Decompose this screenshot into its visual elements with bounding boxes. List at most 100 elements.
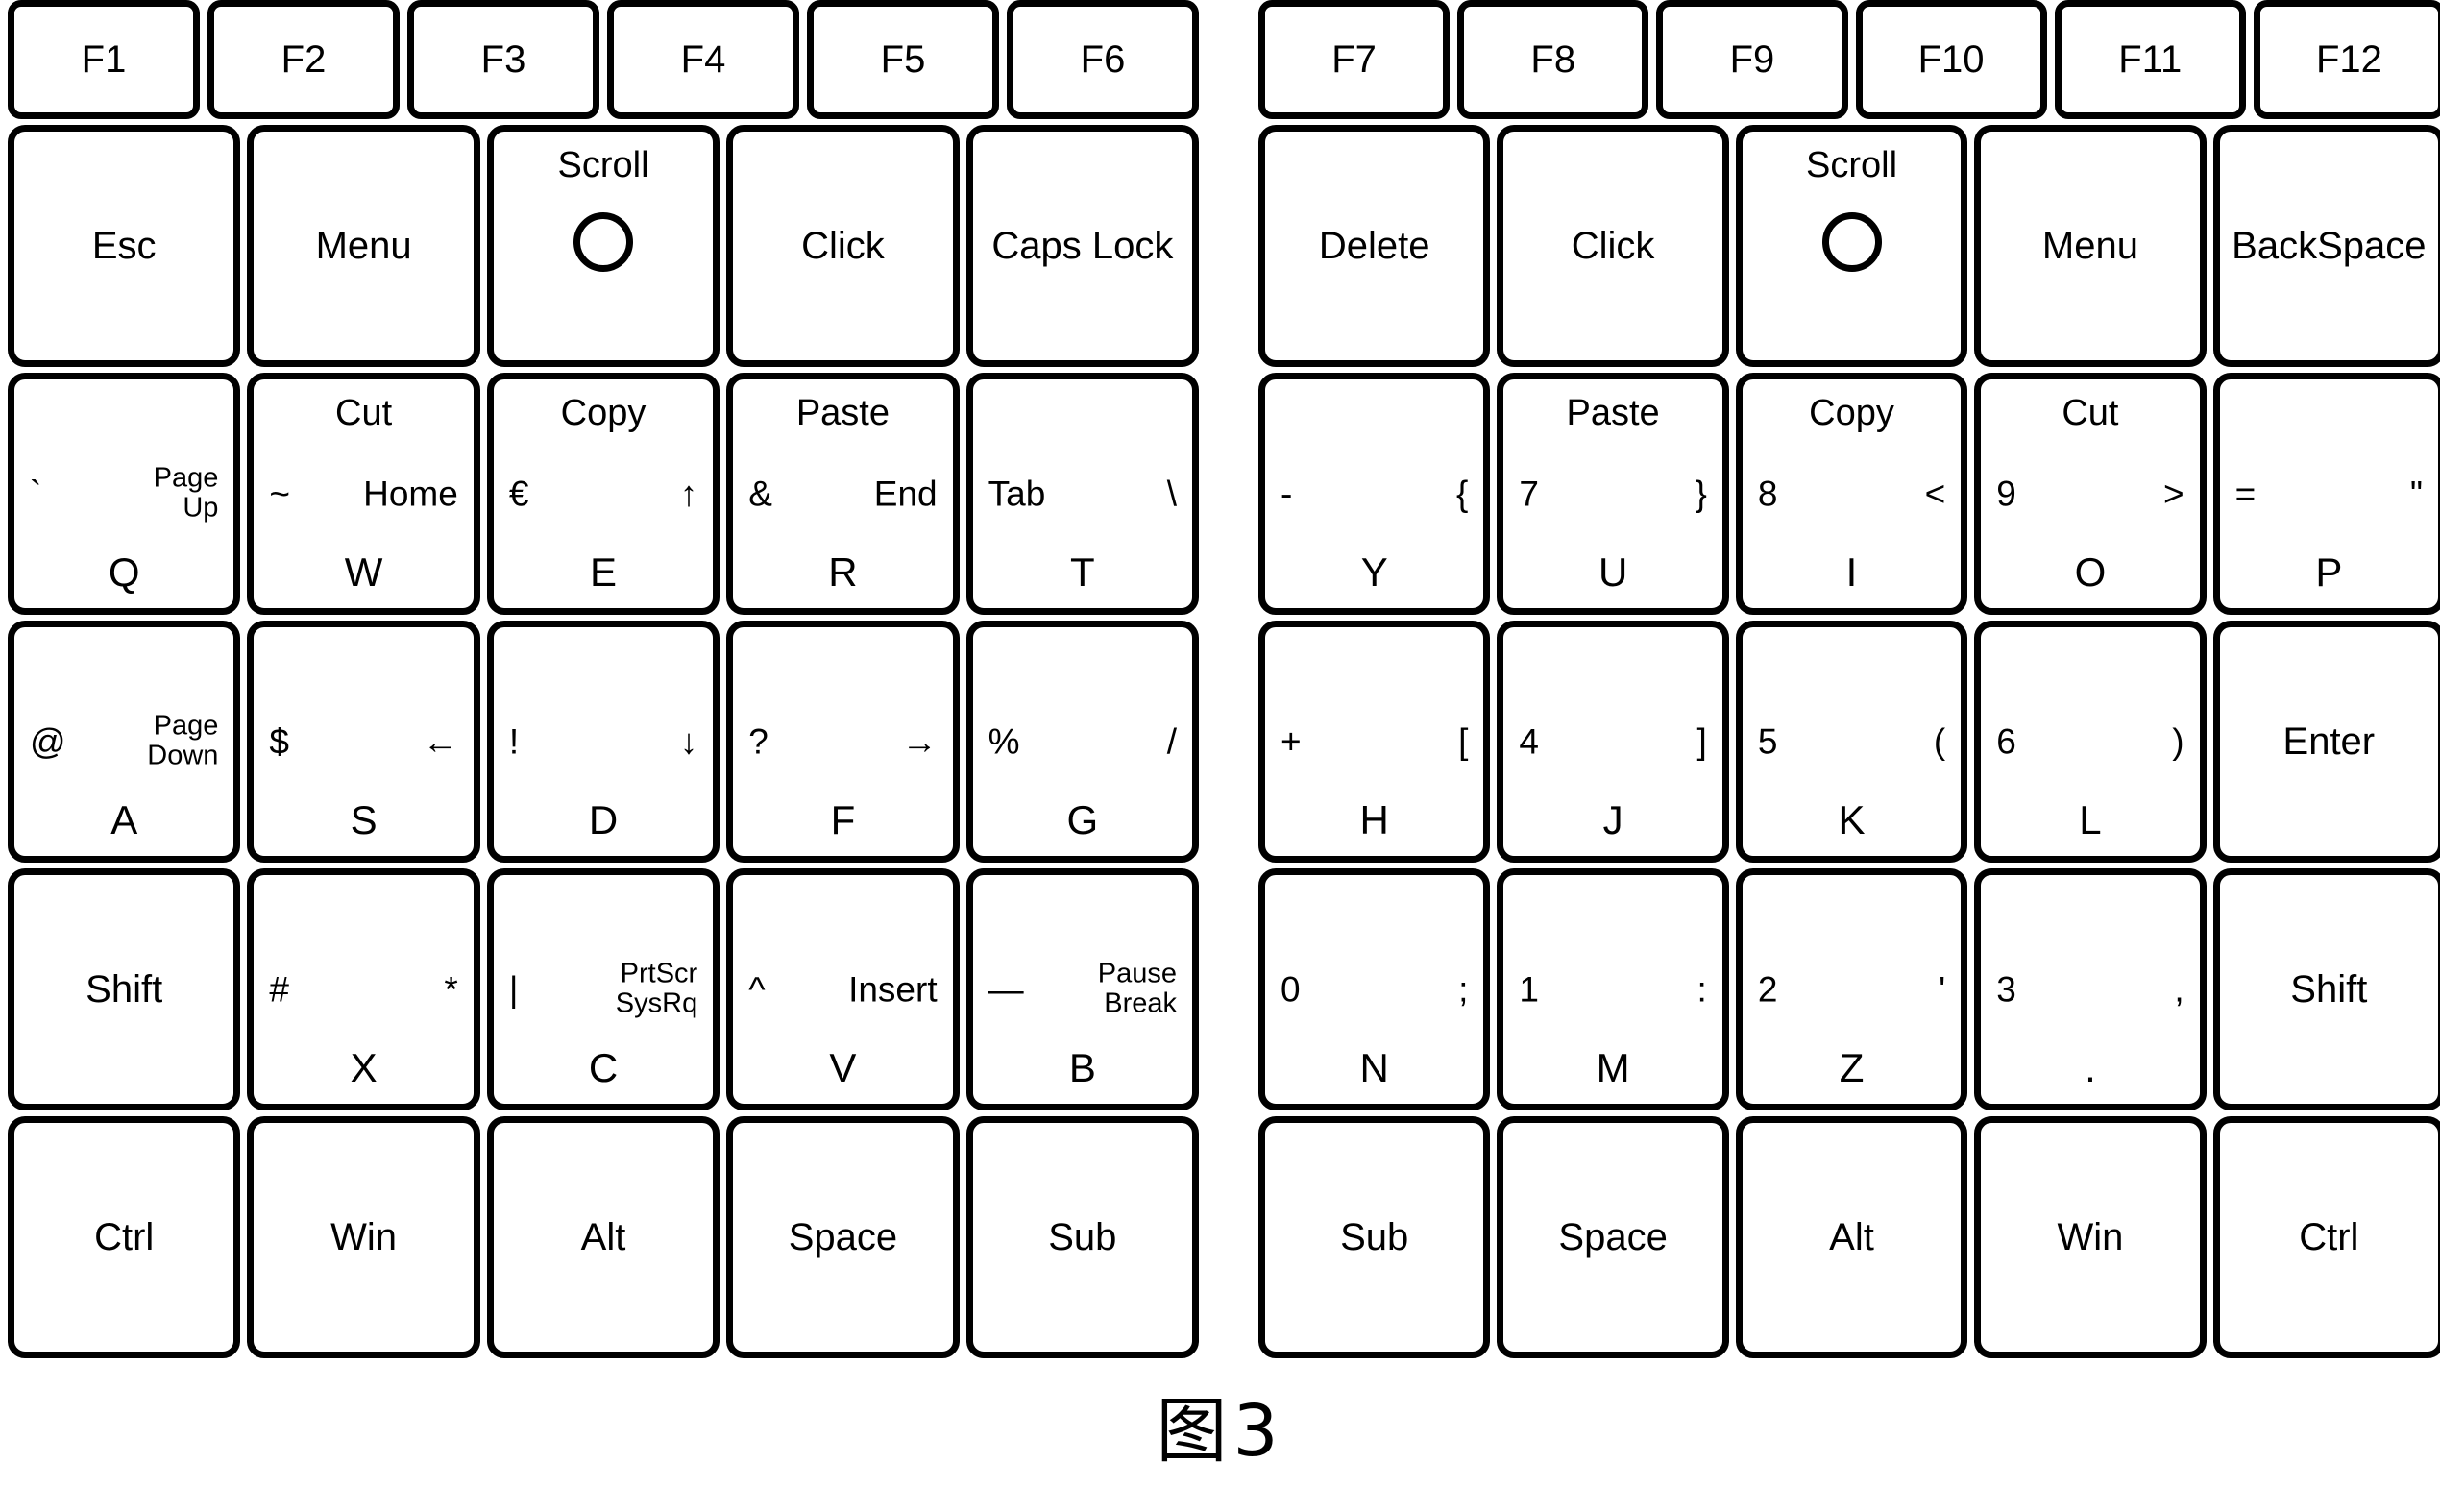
key-label-bottom: N <box>1359 1045 1389 1090</box>
key-o[interactable]: Cut 9 > O <box>1974 373 2207 615</box>
key-sub[interactable]: Sub <box>1258 1116 1491 1358</box>
key-esc[interactable]: Esc <box>8 125 241 367</box>
key-f12[interactable]: F12 <box>2253 0 2440 119</box>
key-label-bottom: F <box>830 797 856 842</box>
key-label-bottom: V <box>829 1045 857 1090</box>
circle-icon[interactable] <box>1821 212 1882 272</box>
key-win[interactable]: Win <box>247 1116 480 1358</box>
key-f9[interactable]: F9 <box>1656 0 1848 119</box>
key-label-left: € <box>508 474 529 514</box>
key-label-left: 6 <box>1996 721 2016 762</box>
key-delete[interactable]: Delete <box>1258 125 1491 367</box>
key-rows-left: Esc Menu Scroll Click Caps Lock ` Page Up Q Cut ~… <box>8 125 1200 1358</box>
key-backspace[interactable]: BackSpace <box>2212 125 2440 367</box>
key-alt[interactable]: Alt <box>486 1116 720 1358</box>
circle-icon[interactable] <box>573 212 634 272</box>
key-a[interactable]: @ Page Down A <box>8 621 241 863</box>
key-label-center: F8 <box>1530 38 1576 81</box>
key-label-top: Cut <box>2062 393 2119 433</box>
key-label-right: ' <box>1939 969 1946 1010</box>
key-f3[interactable]: F3 <box>407 0 599 119</box>
key-label-right: End <box>873 474 938 514</box>
key-menu[interactable]: Menu <box>1974 125 2207 367</box>
key-h[interactable]: + [H <box>1258 621 1491 863</box>
key-scroll[interactable]: Scroll <box>1735 125 1968 367</box>
key-label-right: Pause Break <box>1097 958 1178 1019</box>
key-scroll[interactable]: Scroll <box>486 125 720 367</box>
key-label-right: ] <box>1696 721 1707 762</box>
key-label-right: Insert <box>848 969 938 1010</box>
key-x[interactable]: # * X <box>247 868 480 1110</box>
key-k[interactable]: 5 (K <box>1735 621 1968 863</box>
key-b[interactable]: — Pause Break B <box>965 868 1200 1110</box>
key-z[interactable]: 2 ' Z <box>1735 868 1968 1110</box>
key-label-center: Esc <box>91 225 157 267</box>
row-modifier: Delete Click Scroll Menu BackSpace <box>1258 125 2440 367</box>
key-c[interactable]: | PrtScr SysRq C <box>486 868 720 1110</box>
key-f5[interactable]: F5 <box>807 0 999 119</box>
key-f6[interactable]: F6 <box>1007 0 1199 119</box>
keyboard-right-half: F7 F8 F9 F10 F11 F12 Delete Click Scroll Menu Bac… <box>1258 0 2440 1364</box>
key-q[interactable]: ` Page Up Q <box>8 373 241 615</box>
key-space[interactable]: Space <box>1497 1116 1729 1358</box>
key-v[interactable]: ^ Insert V <box>726 868 960 1110</box>
key-label-bottom: T <box>1070 549 1095 595</box>
key-[interactable]: 3,. <box>1974 868 2207 1110</box>
key-d[interactable]: ! ↓ D <box>486 621 720 863</box>
key-space[interactable]: Space <box>726 1116 960 1358</box>
key-label-right: ↓ <box>679 721 698 762</box>
key-label-right: } <box>1695 474 1707 514</box>
key-w[interactable]: Cut ~ Home W <box>247 373 480 615</box>
key-win[interactable]: Win <box>1974 1116 2207 1358</box>
key-label-left: 2 <box>1757 969 1778 1010</box>
key-f2[interactable]: F2 <box>207 0 400 119</box>
key-f[interactable]: ? → F <box>726 621 960 863</box>
key-y[interactable]: - {Y <box>1258 373 1491 615</box>
key-ctrl[interactable]: Ctrl <box>8 1116 241 1358</box>
key-click[interactable]: Click <box>726 125 960 367</box>
key-label-center: Shift <box>2290 968 2368 1011</box>
key-enter[interactable]: Enter <box>2212 621 2440 863</box>
key-e[interactable]: Copy € ↑ E <box>486 373 720 615</box>
key-f10[interactable]: F10 <box>1855 0 2047 119</box>
key-label-center: F10 <box>1917 38 1985 81</box>
key-m[interactable]: 1: M <box>1497 868 1729 1110</box>
key-label-top: Scroll <box>557 145 649 185</box>
key-l[interactable]: 6) L <box>1974 621 2207 863</box>
key-f7[interactable]: F7 <box>1258 0 1451 119</box>
key-label-center: Ctrl <box>2299 1216 2359 1258</box>
key-sub[interactable]: Sub <box>965 1116 1200 1358</box>
key-alt[interactable]: Alt <box>1735 1116 1968 1358</box>
key-s[interactable]: $ ← S <box>247 621 480 863</box>
key-label-left: 8 <box>1757 474 1778 514</box>
key-label-center: Win <box>2057 1216 2124 1258</box>
key-label-bottom: L <box>2079 797 2102 842</box>
key-label-bottom: H <box>1359 797 1389 842</box>
key-r[interactable]: Paste & End R <box>726 373 960 615</box>
key-u[interactable]: Paste 7} U <box>1497 373 1729 615</box>
key-ctrl[interactable]: Ctrl <box>2212 1116 2440 1358</box>
key-t[interactable]: Tab \ T <box>965 373 1200 615</box>
key-f4[interactable]: F4 <box>607 0 799 119</box>
key-label-top: Cut <box>335 393 393 433</box>
key-label-right: { <box>1456 474 1469 514</box>
key-j[interactable]: 4] J <box>1497 621 1729 863</box>
key-p[interactable]: = " P <box>2212 373 2440 615</box>
key-label-bottom: E <box>590 549 618 595</box>
key-f8[interactable]: F8 <box>1457 0 1649 119</box>
key-n[interactable]: 0; N <box>1258 868 1491 1110</box>
key-label-center: Sub <box>1340 1216 1409 1258</box>
key-i[interactable]: Copy 8 < I <box>1735 373 1968 615</box>
key-g[interactable]: % / G <box>965 621 1200 863</box>
key-caps-lock[interactable]: Caps Lock <box>965 125 1200 367</box>
key-menu[interactable]: Menu <box>247 125 480 367</box>
key-shift[interactable]: Shift <box>8 868 241 1110</box>
key-f1[interactable]: F1 <box>8 0 200 119</box>
key-label-center: Menu <box>315 225 412 267</box>
key-shift[interactable]: Shift <box>2212 868 2440 1110</box>
key-f11[interactable]: F11 <box>2054 0 2246 119</box>
key-label-left: 3 <box>1996 969 2016 1010</box>
key-label-right: \ <box>1166 474 1178 514</box>
key-click[interactable]: Click <box>1497 125 1729 367</box>
key-label-center: Click <box>801 225 885 267</box>
